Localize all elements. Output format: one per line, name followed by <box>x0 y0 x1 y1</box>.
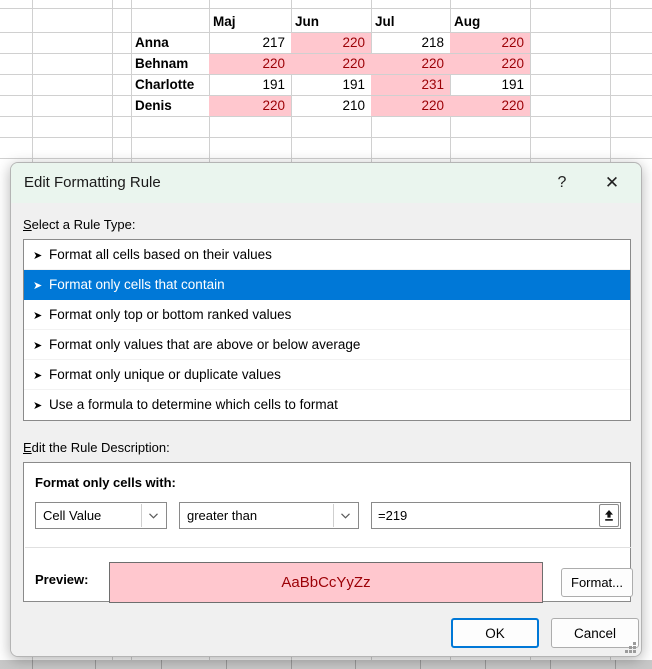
bullet-icon: ➤ <box>33 340 43 352</box>
collapse-dialog-icon[interactable] <box>599 504 619 527</box>
grid-line <box>0 8 652 9</box>
format-button-accel: F <box>570 575 579 590</box>
grid-line <box>550 660 551 669</box>
select-rule-type-label-rest: elect a Rule Type: <box>31 217 136 232</box>
rule-type-item[interactable]: ➤ Format only values that are above or be… <box>24 330 630 360</box>
data-cell[interactable]: 210 <box>291 96 371 116</box>
data-cell[interactable]: 191 <box>291 75 371 95</box>
cell-value-select[interactable]: Cell Value <box>35 502 167 529</box>
grid-line <box>615 660 616 669</box>
grid-line <box>95 660 96 669</box>
dialog-title: Edit Formatting Rule <box>24 174 161 191</box>
data-cell[interactable]: 220 <box>291 54 371 74</box>
operator-select[interactable]: greater than <box>179 502 359 529</box>
dialog-titlebar: Edit Formatting Rule ? ✕ <box>11 163 641 203</box>
column-header-cell[interactable]: Aug <box>450 12 530 32</box>
rule-type-item[interactable]: ➤ Format only cells that contain <box>24 270 630 300</box>
bullet-icon: ➤ <box>33 250 43 262</box>
data-cell[interactable]: 220 <box>450 96 530 116</box>
rule-type-item-label: Format only unique or duplicate values <box>49 367 281 382</box>
rule-type-item-label: Format all cells based on their values <box>49 247 272 262</box>
format-only-cells-with-label: Format only cells with: <box>35 475 176 490</box>
grid-line <box>161 660 162 669</box>
row-header-cell[interactable]: Denis <box>131 96 209 116</box>
help-icon[interactable]: ? <box>541 163 583 203</box>
edit-formatting-rule-dialog: Edit Formatting Rule ? ✕ Select a Rule T… <box>10 162 642 657</box>
data-cell[interactable]: 220 <box>209 54 291 74</box>
column-header-cell[interactable]: Maj <box>209 12 291 32</box>
rule-type-item-label: Format only cells that contain <box>49 277 225 292</box>
data-cell[interactable]: 220 <box>371 54 450 74</box>
grid-line <box>291 660 292 669</box>
grid-line <box>0 116 652 117</box>
edit-rule-description-label-rest: dit the Rule Description: <box>31 440 170 455</box>
chevron-down-icon[interactable] <box>333 504 357 527</box>
format-button-label: Format... <box>570 575 624 590</box>
grid-line <box>32 660 33 669</box>
preview-label: Preview: <box>35 572 89 587</box>
data-cell[interactable]: 220 <box>450 33 530 53</box>
rule-type-item-label: Use a formula to determine which cells t… <box>49 397 338 412</box>
data-cell[interactable]: 217 <box>209 33 291 53</box>
data-cell[interactable]: 220 <box>371 96 450 116</box>
grid-line <box>355 660 356 669</box>
row-header-cell[interactable]: Behnam <box>131 54 209 74</box>
close-icon[interactable]: ✕ <box>591 163 633 203</box>
ok-button[interactable]: OK <box>451 618 539 648</box>
row-header-cell[interactable]: Anna <box>131 33 209 53</box>
select-rule-type-accel: S <box>23 217 32 232</box>
column-header-cell[interactable]: Jul <box>371 12 450 32</box>
data-cell[interactable]: 218 <box>371 33 450 53</box>
rule-type-item-label: Format only top or bottom ranked values <box>49 307 292 322</box>
rule-type-item[interactable]: ➤ Format only top or bottom ranked values <box>24 300 630 330</box>
data-cell[interactable]: 220 <box>291 33 371 53</box>
rule-type-item[interactable]: ➤ Format all cells based on their values <box>24 240 630 270</box>
data-cell[interactable]: 231 <box>371 75 450 95</box>
data-cell[interactable]: 220 <box>209 96 291 116</box>
formula-value-input[interactable] <box>371 502 621 529</box>
operator-select-value: greater than <box>187 508 258 523</box>
format-only-label-accel: o <box>42 475 51 490</box>
rule-type-list[interactable]: ➤ Format all cells based on their values ➤… <box>23 239 631 421</box>
bullet-icon: ➤ <box>33 370 43 382</box>
chevron-down-icon[interactable] <box>141 504 165 527</box>
grid-line <box>420 660 421 669</box>
row-header-cell[interactable]: Charlotte <box>131 75 209 95</box>
spreadsheet-bottom-bar <box>0 660 652 669</box>
description-divider <box>25 547 631 548</box>
data-cell[interactable]: 191 <box>450 75 530 95</box>
edit-rule-description-label: Edit the Rule Description: <box>23 440 170 455</box>
rule-description-group: Format only cells with: Cell Value great… <box>23 462 633 603</box>
rule-type-item[interactable]: ➤ Use a formula to determine which cells … <box>24 390 630 420</box>
data-cell[interactable]: 191 <box>209 75 291 95</box>
grid-line <box>0 137 652 138</box>
rule-type-item[interactable]: ➤ Format only unique or duplicate values <box>24 360 630 390</box>
preview-sample: AaBbCcYyZz <box>109 562 543 603</box>
dialog-body: Select a Rule Type: ➤ Format all cells ba… <box>11 203 641 656</box>
grid-line <box>485 660 486 669</box>
select-rule-type-label: Select a Rule Type: <box>23 217 136 232</box>
edit-rule-description-accel: E <box>23 440 32 455</box>
column-header-cell[interactable]: Jun <box>291 12 371 32</box>
bullet-icon: ➤ <box>33 280 43 292</box>
bullet-icon: ➤ <box>33 310 43 322</box>
grid-line <box>0 158 652 159</box>
format-only-label-rest: rmat only cells with: <box>50 475 176 490</box>
grid-line <box>226 660 227 669</box>
bullet-icon: ➤ <box>33 400 43 412</box>
format-button[interactable]: Format... <box>561 568 633 597</box>
rule-type-item-label: Format only values that are above or bel… <box>49 337 361 352</box>
cell-value-select-value: Cell Value <box>43 508 102 523</box>
data-cell[interactable]: 220 <box>450 54 530 74</box>
resize-grip[interactable] <box>624 642 637 655</box>
format-only-label-f: F <box>35 475 43 490</box>
